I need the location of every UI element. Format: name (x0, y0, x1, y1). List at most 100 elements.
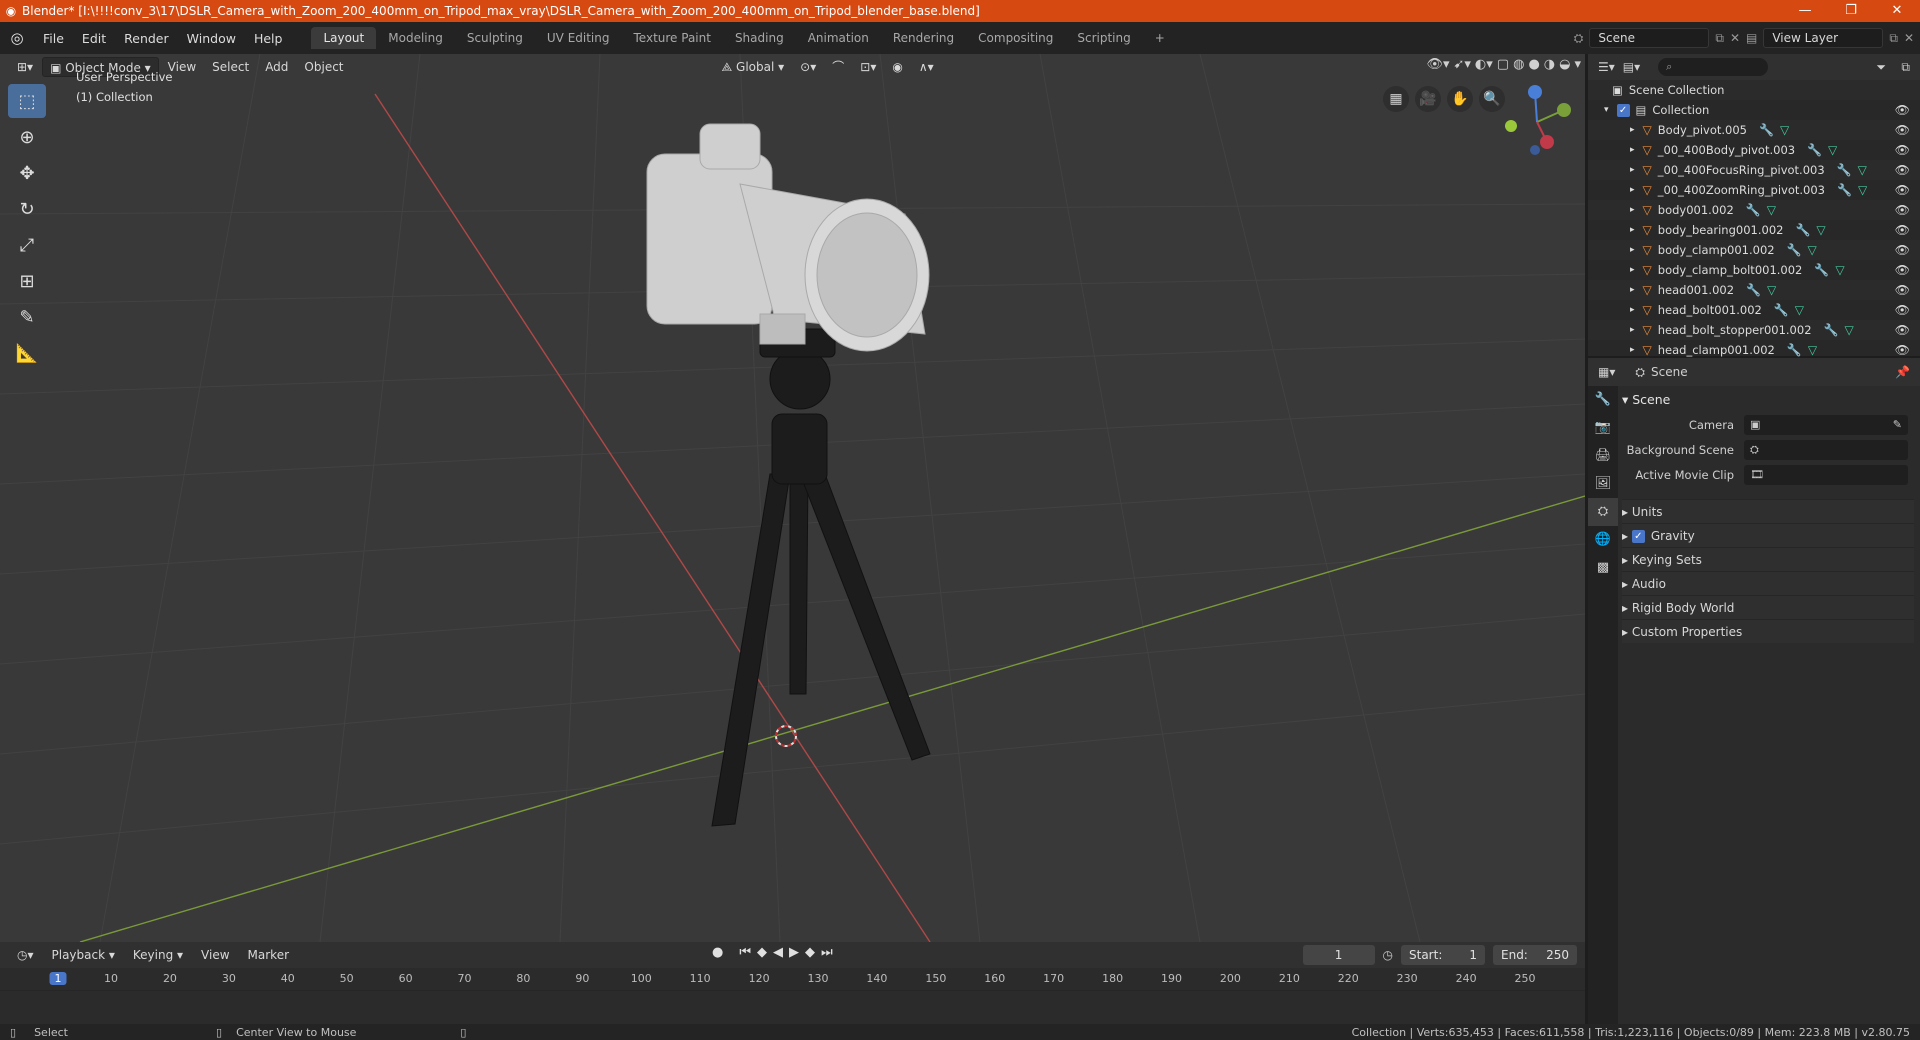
end-frame-field[interactable]: End: 250 (1493, 945, 1577, 965)
eye-icon[interactable]: 👁 (1895, 143, 1910, 157)
snap-icon[interactable]: ⌒ (825, 57, 851, 77)
rigid-body-world-panel[interactable]: ▸ Rigid Body World (1622, 595, 1914, 619)
expand-icon[interactable]: ▸ (1630, 205, 1635, 215)
overlay-icon[interactable]: ◐▾ (1475, 57, 1493, 72)
expand-icon[interactable]: ▸ (1630, 165, 1635, 175)
mesh-data-icon[interactable]: ▽ (1828, 143, 1837, 157)
audio-panel[interactable]: ▸ Audio (1622, 571, 1914, 595)
units-panel[interactable]: ▸ Units (1622, 499, 1914, 523)
annotate-icon[interactable]: ✎ (8, 300, 46, 334)
modifier-wrench-icon[interactable]: 🔧 (1787, 343, 1802, 357)
menu-keying[interactable]: Keying ▾ (126, 945, 190, 965)
prev-keyframe-icon[interactable]: ◆ (757, 945, 767, 960)
outliner-item[interactable]: ▸ ▽ head001.002 🔧 ▽ 👁 (1588, 280, 1920, 300)
gizmo-icon[interactable]: ➹▾ (1454, 57, 1471, 72)
scene-collection-row[interactable]: ▣ Scene Collection (1588, 80, 1920, 100)
mesh-data-icon[interactable]: ▽ (1767, 203, 1776, 217)
expand-icon[interactable]: ▸ (1630, 325, 1635, 335)
menu-file[interactable]: File (34, 31, 73, 46)
tab-sculpting[interactable]: Sculpting (455, 27, 535, 49)
tab-scripting[interactable]: Scripting (1065, 27, 1142, 49)
eye-icon[interactable]: 👁 (1895, 343, 1910, 357)
mesh-data-icon[interactable]: ▽ (1816, 223, 1825, 237)
transform-icon[interactable]: ⊞ (8, 264, 46, 298)
outliner-search-input[interactable]: ⌕ (1658, 58, 1769, 76)
eyedropper-icon[interactable]: ✎ (1893, 415, 1902, 435)
expand-icon[interactable]: ▸ (1630, 145, 1635, 155)
expand-icon[interactable]: ▸ (1630, 285, 1635, 295)
jump-start-icon[interactable]: ⏮ (739, 945, 751, 960)
outliner-editor-type-icon[interactable]: ☰▾ (1598, 60, 1615, 74)
filter-icon[interactable]: ⏷ (1876, 60, 1886, 75)
material-shading-icon[interactable]: ◑ (1544, 57, 1555, 72)
tab-texture-paint[interactable]: Texture Paint (622, 27, 723, 49)
tool-tab-icon[interactable]: 🔧 (1588, 386, 1618, 414)
eye-icon[interactable]: 👁 (1895, 163, 1910, 177)
tab-uv-editing[interactable]: UV Editing (535, 27, 622, 49)
outliner-item[interactable]: ▸ ▽ _00_400FocusRing_pivot.003 🔧 ▽ 👁 (1588, 160, 1920, 180)
play-reverse-icon[interactable]: ◀ (773, 945, 783, 960)
solid-shading-icon[interactable]: ● (1528, 57, 1539, 72)
next-keyframe-icon[interactable]: ◆ (805, 945, 815, 960)
eye-icon[interactable]: 👁 (1895, 243, 1910, 257)
timeline-editor-type-icon[interactable]: ◷▾ (10, 945, 41, 965)
mesh-data-icon[interactable]: ▽ (1858, 183, 1867, 197)
menu-edit[interactable]: Edit (73, 31, 115, 46)
properties-editor-type-icon[interactable]: ▦▾ (1598, 365, 1615, 379)
eye-icon[interactable]: 👁 (1895, 263, 1910, 277)
visibility-icon[interactable]: 👁▾ (1426, 57, 1449, 72)
blender-menu-icon[interactable]: ◎ (0, 29, 34, 47)
menu-render[interactable]: Render (115, 31, 178, 46)
shading-options-icon[interactable]: ▾ (1574, 57, 1581, 72)
mesh-data-icon[interactable]: ▽ (1808, 343, 1817, 357)
keying-sets-panel[interactable]: ▸ Keying Sets (1622, 547, 1914, 571)
proportional-edit-icon[interactable]: ◉ (885, 57, 909, 77)
falloff-icon[interactable]: ∧▾ (912, 57, 941, 77)
view-layer-field[interactable]: View Layer (1763, 28, 1884, 48)
menu-object[interactable]: Object (297, 57, 350, 77)
expand-icon[interactable]: ▸ (1630, 245, 1635, 255)
expand-icon[interactable]: ▾ (1604, 105, 1609, 115)
new-collection-icon[interactable]: ⧉ (1901, 60, 1910, 75)
eye-icon[interactable]: 👁 (1895, 123, 1910, 137)
pin-icon[interactable]: 📌 (1895, 365, 1910, 379)
outliner-item[interactable]: ▸ ▽ head_bolt001.002 🔧 ▽ 👁 (1588, 300, 1920, 320)
custom-properties-panel[interactable]: ▸ Custom Properties (1622, 619, 1914, 643)
outliner-item[interactable]: ▸ ▽ _00_400ZoomRing_pivot.003 🔧 ▽ 👁 (1588, 180, 1920, 200)
xray-icon[interactable]: ▢ (1497, 57, 1509, 72)
record-icon[interactable]: ● (712, 945, 723, 960)
cursor-icon[interactable]: ⊕ (8, 120, 46, 154)
pivot-icon[interactable]: ⊙▾ (793, 57, 823, 77)
modifier-wrench-icon[interactable]: 🔧 (1824, 323, 1839, 337)
grid-icon[interactable]: ▦ (1383, 86, 1409, 112)
expand-icon[interactable]: ▸ (1630, 305, 1635, 315)
mesh-data-icon[interactable]: ▽ (1767, 283, 1776, 297)
tab-modeling[interactable]: Modeling (376, 27, 455, 49)
delete-scene-icon[interactable]: ✕ (1730, 31, 1740, 45)
outliner-item[interactable]: ▸ ▽ body_clamp001.002 🔧 ▽ 👁 (1588, 240, 1920, 260)
scene-tab-icon[interactable]: ⛭ (1588, 498, 1618, 526)
camera-view-icon[interactable]: 🎥 (1415, 86, 1441, 112)
select-box-icon[interactable]: ⬚ (8, 84, 46, 118)
collection-row[interactable]: ▾ ✓ ▤ Collection 👁 (1588, 100, 1920, 120)
navigation-gizmo[interactable] (1497, 80, 1577, 160)
rendered-shading-icon[interactable]: ◒ (1559, 57, 1570, 72)
new-view-layer-icon[interactable]: ⧉ (1889, 31, 1898, 46)
eye-icon[interactable]: 👁 (1895, 323, 1910, 337)
play-icon[interactable]: ▶ (789, 945, 799, 960)
outliner-item[interactable]: ▸ ▽ body_bearing001.002 🔧 ▽ 👁 (1588, 220, 1920, 240)
modifier-wrench-icon[interactable]: 🔧 (1807, 143, 1822, 157)
eye-icon[interactable]: 👁 (1895, 223, 1910, 237)
mesh-data-icon[interactable]: ▽ (1795, 303, 1804, 317)
delete-view-layer-icon[interactable]: ✕ (1904, 31, 1914, 45)
camera-field[interactable]: ▣ ✎ (1744, 414, 1908, 435)
tab-shading[interactable]: Shading (723, 27, 796, 49)
outliner-item[interactable]: ▸ ▽ head_clamp001.002 🔧 ▽ 👁 (1588, 340, 1920, 360)
menu-marker[interactable]: Marker (241, 945, 296, 965)
modifier-wrench-icon[interactable]: 🔧 (1746, 283, 1761, 297)
restore-icon[interactable]: ❐ (1828, 0, 1874, 22)
jump-end-icon[interactable]: ⏭ (821, 945, 833, 960)
move-icon[interactable]: ✥ (8, 156, 46, 190)
wireframe-shading-icon[interactable]: ◍ (1513, 57, 1524, 72)
clock-icon[interactable]: ◷ (1383, 948, 1393, 962)
